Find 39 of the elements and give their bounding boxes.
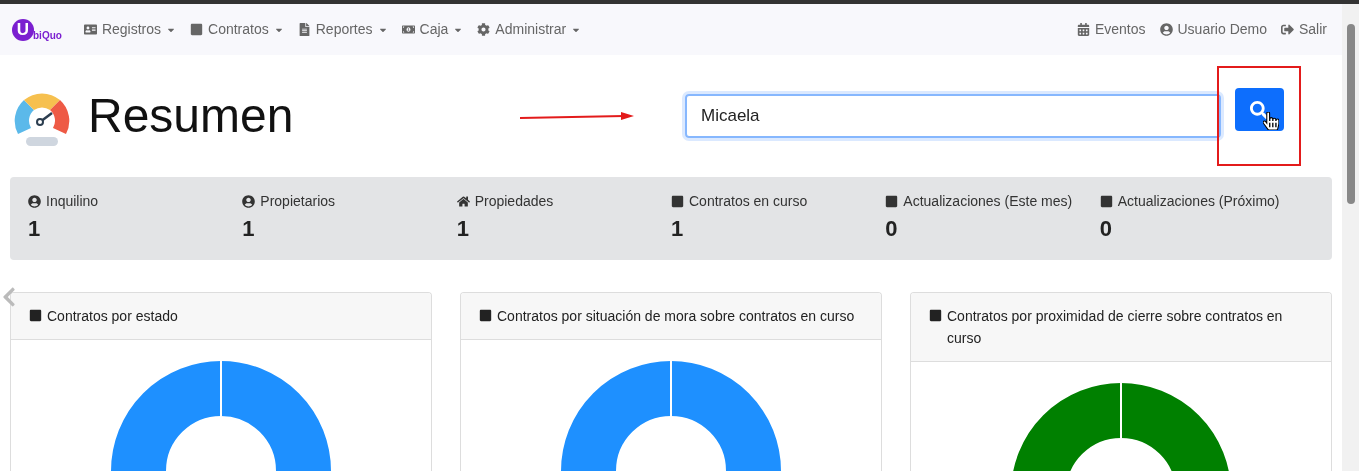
contact-card-icon [83, 23, 97, 36]
nav-link[interactable]: Eventos [1076, 19, 1146, 40]
stat-value: 0 [885, 218, 899, 240]
stat-value: 0 [1099, 218, 1113, 240]
logo: U biQuo [12, 18, 62, 41]
nav-link[interactable]: Usuario Demo [1159, 19, 1267, 40]
chart-title: Contratos por estado [47, 307, 178, 326]
user-icon [1159, 23, 1173, 36]
nav-menu[interactable]: Caja [401, 19, 464, 40]
logout-icon [1281, 23, 1294, 36]
calendar-icon [1076, 23, 1090, 36]
stat-label: Actualizaciones (Próximo) [1117, 192, 1280, 211]
gear-icon [477, 23, 491, 36]
stat-label: Actualizaciones (Este mes) [903, 192, 1073, 211]
stat-value: 1 [456, 218, 470, 240]
nav-menu[interactable]: Registros [83, 19, 177, 40]
search-button[interactable] [1234, 88, 1284, 131]
stat-value: 1 [242, 218, 256, 240]
page-title: Resumen [88, 88, 294, 144]
stat-value: 1 [28, 218, 42, 240]
user-icon [242, 195, 256, 208]
chart-title: Contratos por proximidad de cierre sobre contratos en curso [947, 307, 1284, 348]
money-icon [401, 23, 415, 36]
chart-title: Contratos por situación de mora sobre contratos en curso [497, 307, 855, 326]
stat-label: Propiedades [474, 192, 554, 211]
home-icon [456, 195, 470, 208]
hand-cursor-icon [1263, 112, 1279, 130]
stat-label: Propietarios [260, 192, 336, 211]
search-field[interactable]: Micaela [685, 94, 1221, 138]
search-icon [1250, 100, 1268, 119]
stat-label: Inquilino [46, 192, 99, 211]
nav-link[interactable]: Salir [1281, 19, 1327, 40]
user-icon [28, 195, 41, 208]
nav-menu[interactable]: Contratos [190, 19, 284, 40]
stat-label: Contratos en curso [689, 192, 808, 211]
nav-menu[interactable]: Reportes [297, 19, 388, 40]
stat-value: 1 [671, 218, 685, 240]
document-icon [297, 23, 311, 36]
nav-menu[interactable]: Administrar [477, 19, 582, 40]
